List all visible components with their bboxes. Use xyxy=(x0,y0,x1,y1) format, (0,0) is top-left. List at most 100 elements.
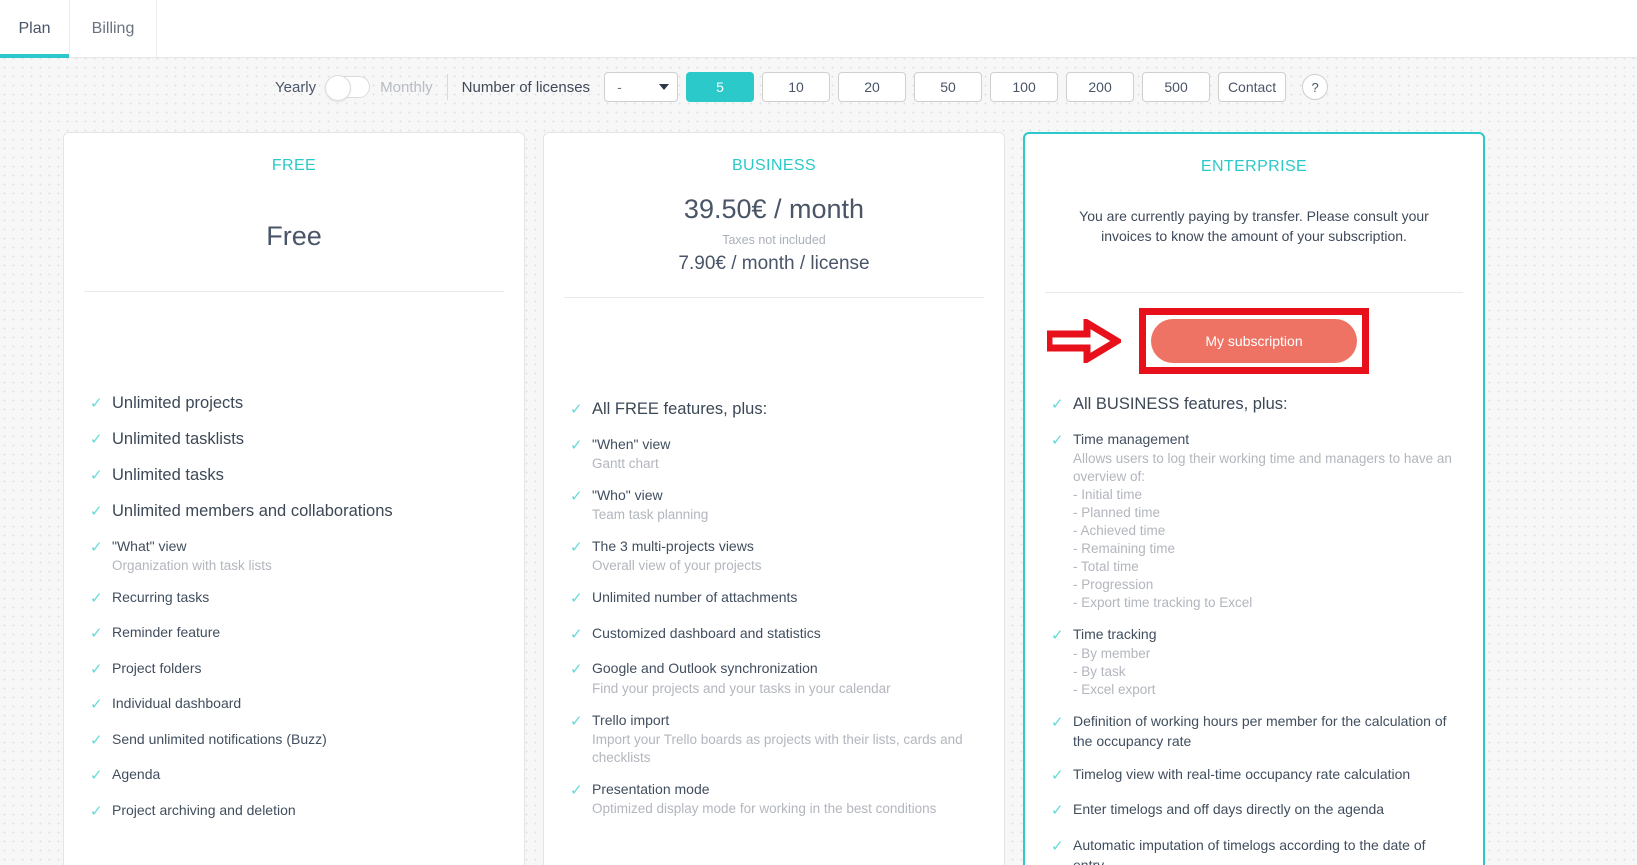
check-icon: ✓ xyxy=(90,466,103,484)
feature-body: Timelog view with real-time occupancy ra… xyxy=(1073,764,1461,784)
plan-title-free: FREE xyxy=(271,157,317,174)
license-button-200[interactable]: 200 xyxy=(1066,72,1135,102)
feature-title: "Who" view xyxy=(592,486,663,503)
my-subscription-button[interactable]: My subscription xyxy=(1151,319,1357,363)
feature-item: ✓ Timelog view with real-time occupancy r… xyxy=(1051,764,1461,788)
feature-title: Unlimited tasklists xyxy=(112,429,245,448)
billing-period-toggle[interactable] xyxy=(325,75,371,101)
feature-item: ✓ Enter timelogs and off days directly on… xyxy=(1051,799,1461,823)
feature-body: Trello import Import your Trello boards a… xyxy=(592,710,982,767)
feature-title: The 3 multi-projects views xyxy=(592,538,754,555)
feature-item: ✓ Individual dashboard xyxy=(90,693,502,717)
feature-title: Automatic imputation of timelogs accordi… xyxy=(1073,836,1426,865)
feature-body: All FREE features, plus: xyxy=(592,398,982,422)
price-area-business: 39.50€ / month Taxes not included 7.90€ … xyxy=(564,175,984,297)
feature-description: Organization with task lists xyxy=(112,557,272,573)
check-icon: ✓ xyxy=(1051,626,1064,644)
check-icon: ✓ xyxy=(570,487,583,505)
feature-item: ✓ Agenda xyxy=(90,764,502,788)
plan-cards: FREE Free ✓ Unlimited projects ✓ Unlimited … xyxy=(0,116,1637,865)
feature-item: ✓ Project archiving and deletion xyxy=(90,800,502,824)
check-icon: ✓ xyxy=(90,731,103,749)
feature-item: ✓ Definition of working hours per member … xyxy=(1051,711,1461,752)
plan-card-business: BUSINESS 39.50€ / month Taxes not includ… xyxy=(543,132,1005,865)
cta-area-business xyxy=(564,298,984,394)
toggle-knob xyxy=(325,75,352,101)
feature-title: Recurring tasks xyxy=(112,588,210,605)
feature-title: Timelog view with real-time occupancy ra… xyxy=(1073,765,1411,782)
control-divider xyxy=(446,74,448,100)
feature-body: Agenda xyxy=(112,764,502,784)
feature-title: Individual dashboard xyxy=(112,695,242,712)
billing-control-bar: Yearly Monthly Number of licenses - 5 10… xyxy=(0,58,1637,116)
feature-body: Project archiving and deletion xyxy=(112,800,502,820)
check-icon: ✓ xyxy=(1051,766,1064,784)
plan-card-enterprise: ENTERPRISE You are currently paying by t… xyxy=(1023,132,1485,865)
check-icon: ✓ xyxy=(90,395,103,412)
license-button-10[interactable]: 10 xyxy=(762,72,831,102)
feature-item: ✓ Customized dashboard and statistics xyxy=(570,623,982,647)
tab-billing-label: Billing xyxy=(91,19,135,37)
feature-title: All FREE features, plus: xyxy=(592,399,768,418)
feature-body: Send unlimited notifications (Buzz) xyxy=(112,729,502,749)
chevron-down-icon xyxy=(659,84,670,90)
feature-list-enterprise: ✓ All BUSINESS features, plus: ✓ Time manag… xyxy=(1045,389,1463,865)
number-of-licenses-label: Number of licenses xyxy=(461,78,591,96)
feature-item: ✓ Time management Allows users to log thei… xyxy=(1051,429,1461,612)
feature-item: ✓ Unlimited members and collaborations xyxy=(90,500,502,524)
feature-description: Allows users to log their working time a… xyxy=(1073,451,1452,610)
license-button-500[interactable]: 500 xyxy=(1142,72,1211,102)
feature-description: Optimized display mode for working in th… xyxy=(592,801,937,817)
yearly-label: Yearly xyxy=(275,78,317,96)
feature-item: ✓ "What" view Organization with task lists xyxy=(90,536,502,575)
feature-title: Reminder feature xyxy=(112,624,221,641)
help-icon[interactable]: ? xyxy=(1302,74,1329,100)
tab-bar-filler xyxy=(157,0,1637,57)
feature-body: Unlimited tasks xyxy=(112,464,502,488)
feature-title: Enter timelogs and off days directly on … xyxy=(1073,801,1385,818)
feature-item: ✓ "When" view Gantt chart xyxy=(570,434,982,473)
feature-body: Presentation mode Optimized display mode … xyxy=(592,779,982,818)
feature-body: Recurring tasks xyxy=(112,587,502,607)
tab-plan[interactable]: Plan xyxy=(0,0,70,58)
check-icon: ✓ xyxy=(570,661,583,679)
check-icon: ✓ xyxy=(570,625,583,643)
licenses-select[interactable]: - xyxy=(604,72,679,102)
check-icon: ✓ xyxy=(90,502,103,520)
price-area-free: Free xyxy=(84,175,504,291)
check-icon: ✓ xyxy=(570,436,583,454)
feature-title: Agenda xyxy=(112,766,161,783)
tab-billing[interactable]: Billing xyxy=(70,0,157,57)
feature-title: Send unlimited notifications (Buzz) xyxy=(112,730,327,747)
feature-title: Unlimited tasks xyxy=(112,465,224,484)
license-button-50[interactable]: 50 xyxy=(914,72,983,102)
feature-title: "What" view xyxy=(112,537,187,554)
annotation-highlight-box: My subscription xyxy=(1139,308,1369,374)
check-icon: ✓ xyxy=(90,430,103,448)
feature-title: Definition of working hours per member f… xyxy=(1073,712,1447,750)
feature-body: Customized dashboard and statistics xyxy=(592,623,982,643)
license-button-5[interactable]: 5 xyxy=(686,72,755,102)
license-button-20[interactable]: 20 xyxy=(838,72,907,102)
enterprise-payment-note: You are currently paying by transfer. Pl… xyxy=(1079,208,1429,245)
plan-title-business: BUSINESS xyxy=(731,157,817,174)
check-icon: ✓ xyxy=(90,625,103,643)
feature-title: Trello import xyxy=(592,711,670,728)
license-button-contact[interactable]: Contact xyxy=(1218,72,1287,102)
feature-list-free: ✓ Unlimited projects ✓ Unlimited tasklists ✓… xyxy=(84,388,504,859)
feature-item: ✓ Presentation mode Optimized display mode… xyxy=(570,779,982,818)
annotation-arrow-icon xyxy=(1047,319,1121,363)
feature-list-business: ✓ All FREE features, plus: ✓ "When" view Gan… xyxy=(564,394,984,854)
price-area-enterprise: You are currently paying by transfer. Pl… xyxy=(1045,176,1463,292)
check-icon: ✓ xyxy=(570,539,583,557)
feature-item: ✓ Time tracking - By member - By task - Ex… xyxy=(1051,624,1461,699)
feature-description: Team task planning xyxy=(592,507,709,523)
check-icon: ✓ xyxy=(570,781,583,799)
feature-body: The 3 multi-projects views Overall view o… xyxy=(592,536,982,575)
license-button-100[interactable]: 100 xyxy=(990,72,1059,102)
check-icon: ✓ xyxy=(90,660,103,678)
check-icon: ✓ xyxy=(90,538,103,556)
check-icon: ✓ xyxy=(1051,837,1064,855)
feature-item: ✓ The 3 multi-projects views Overall view … xyxy=(570,536,982,575)
feature-body: "When" view Gantt chart xyxy=(592,434,982,473)
